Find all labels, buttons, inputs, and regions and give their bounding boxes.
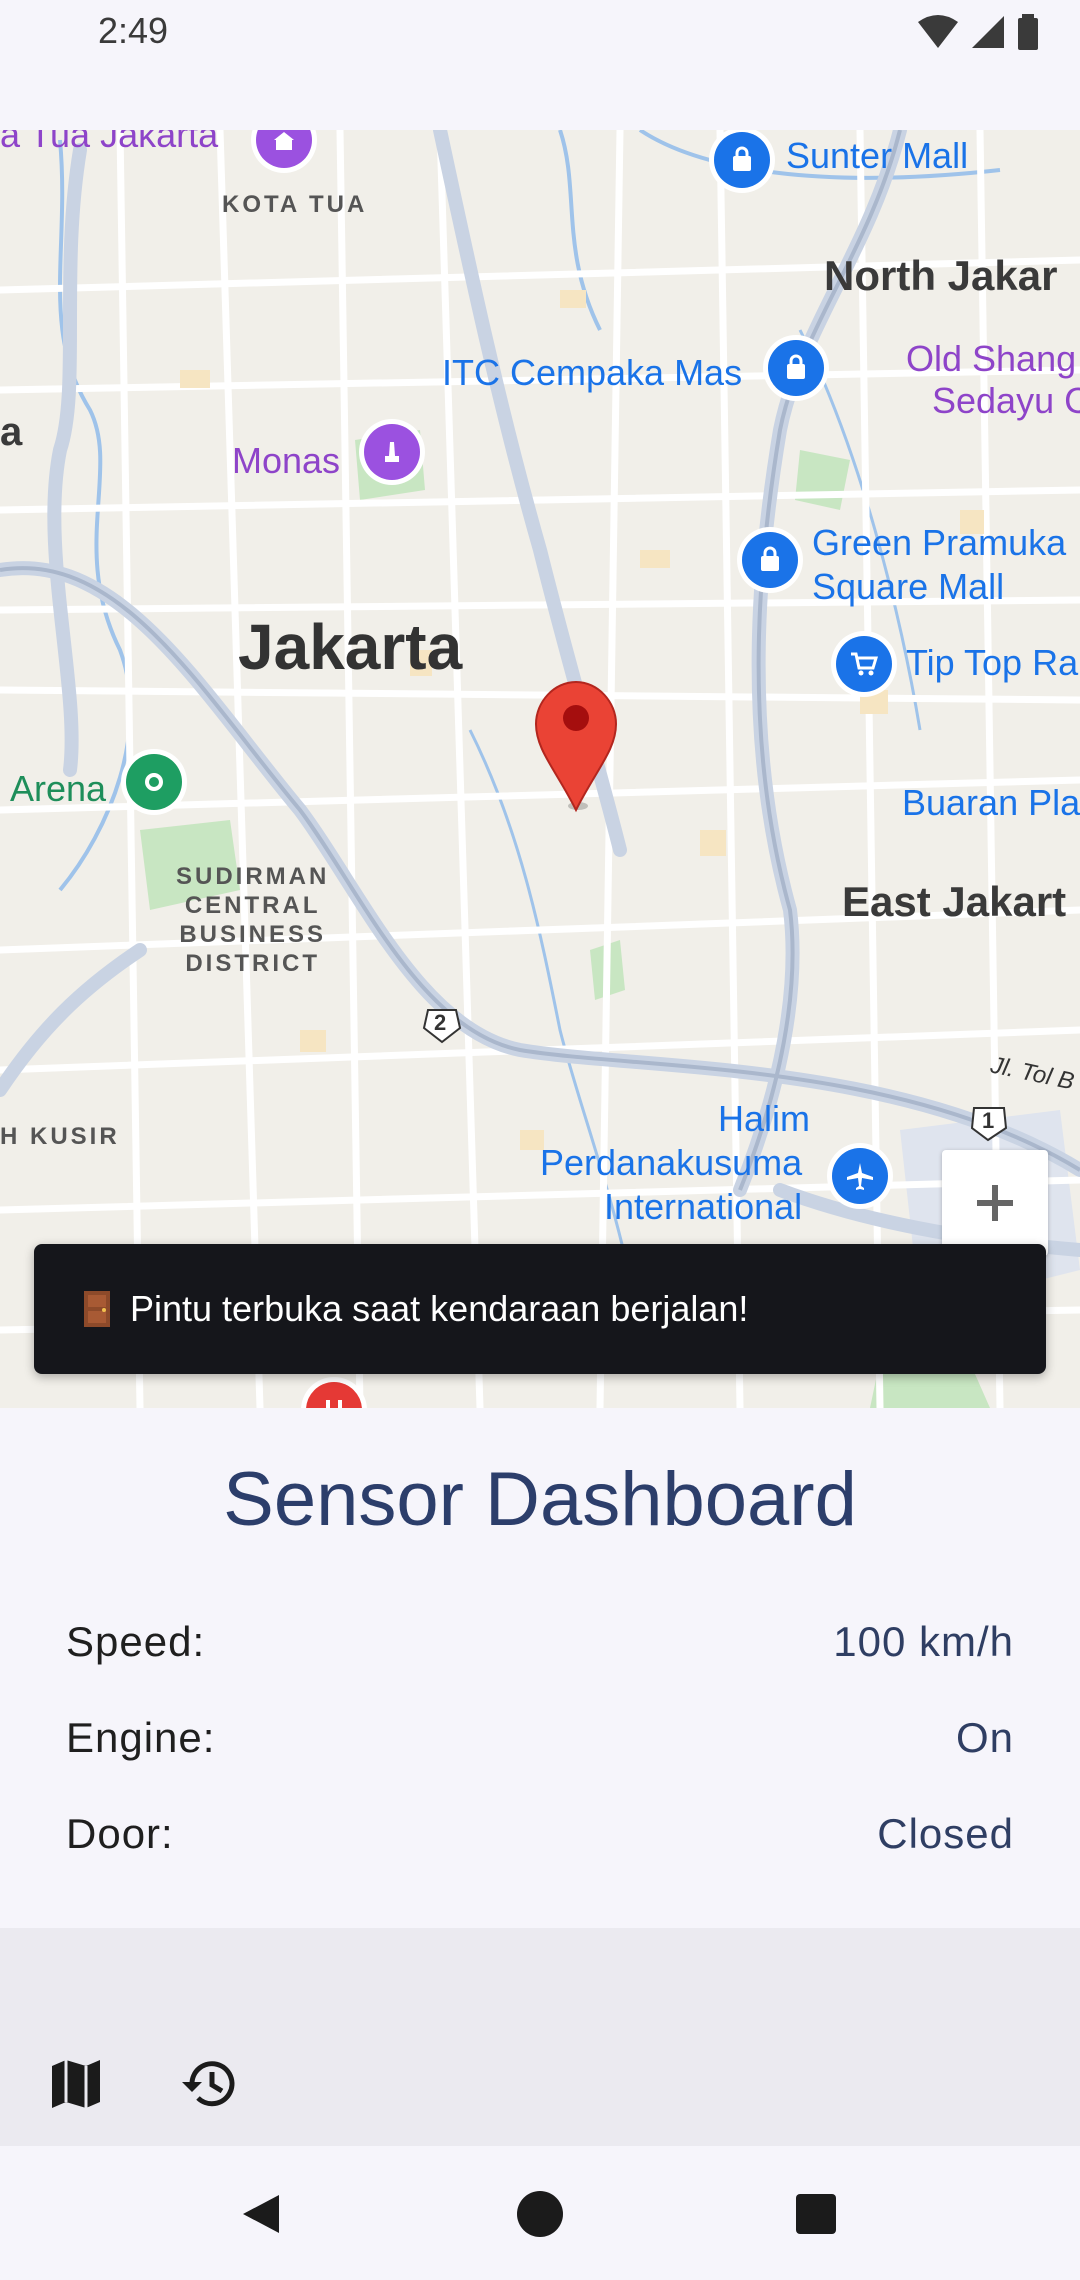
engine-row: Engine: On: [66, 1708, 1014, 1768]
shopping-bag-icon: [787, 354, 805, 379]
poi-pin-halim-airport[interactable]: [832, 1148, 888, 1204]
recents-button[interactable]: [792, 2190, 840, 2238]
shopping-bag-icon: [761, 546, 779, 571]
map-label-green-pramuka[interactable]: Green Pramuka: [812, 522, 1066, 564]
nav-map-button[interactable]: [36, 2044, 116, 2124]
wifi-icon: [918, 15, 958, 48]
door-value: Closed: [877, 1810, 1014, 1857]
nav-history-button[interactable]: [168, 2044, 248, 2124]
door-label: Door:: [66, 1810, 174, 1857]
map-label-tip-top[interactable]: Tip Top Ra: [906, 642, 1078, 684]
shopping-cart-icon: [851, 652, 879, 676]
map-label-itc-cempaka-mas[interactable]: ITC Cempaka Mas: [442, 352, 742, 394]
map-label-arena[interactable]: Arena: [10, 768, 106, 810]
signal-icon: [972, 16, 1004, 48]
sudirman-line-4: DISTRICT: [185, 950, 320, 977]
map-label-perdanakusuma[interactable]: Perdanakusuma: [540, 1142, 802, 1184]
map-label-sedayu[interactable]: Sedayu C: [932, 380, 1080, 422]
airplane-icon: [847, 1163, 873, 1190]
monument-icon: [385, 442, 399, 462]
door-icon: [84, 1291, 110, 1327]
back-button[interactable]: [236, 2188, 288, 2240]
map-label-old-shanghai[interactable]: Old Shang: [906, 338, 1076, 380]
place-icon: [145, 773, 163, 791]
plus-icon: [977, 1185, 1013, 1221]
snackbar-message: Pintu terbuka saat kendaraan berjalan!: [130, 1288, 749, 1329]
sudirman-line-3: BUSINESS: [179, 921, 327, 948]
sudirman-line-1: SUDIRMAN: [176, 863, 330, 890]
map-label-kota-tua: KOTA TUA: [222, 191, 368, 218]
speed-label: Speed:: [66, 1618, 206, 1665]
map-icon: [52, 2060, 100, 2108]
map-label-north-jakarta: North Jakar: [824, 252, 1058, 299]
status-icons: [916, 14, 1040, 50]
map-label-sudirman-cbd: SUDIRMAN CENTRAL BUSINESS DISTRICT: [176, 862, 329, 978]
recents-icon: [796, 2194, 836, 2234]
engine-value: On: [955, 1714, 1014, 1761]
map-label-international[interactable]: International: [604, 1186, 802, 1228]
map-label-kota-tua-jakarta: ta Tua Jakarta: [0, 130, 219, 155]
map-label-square-mall[interactable]: Square Mall: [812, 566, 1004, 608]
map-label-halim[interactable]: Halim: [718, 1098, 810, 1140]
speed-row: Speed: 100 km/h: [66, 1612, 1014, 1672]
status-bar: 2:49: [0, 0, 1080, 130]
poi-pin-green-pramuka[interactable]: [742, 532, 798, 588]
door-row: Door: Closed: [66, 1804, 1014, 1864]
route-shield-2: 2: [434, 1010, 447, 1035]
bottom-navigation: [0, 1928, 1080, 2146]
map-label-jakarta: Jakarta: [238, 611, 463, 683]
history-icon: [182, 2061, 235, 2107]
sudirman-line-2: CENTRAL: [184, 892, 321, 919]
poi-pin-tip-top[interactable]: [836, 636, 892, 692]
home-icon: [517, 2191, 563, 2237]
route-shield-1: 1: [982, 1108, 995, 1133]
map-label-buaran[interactable]: Buaran Pla: [902, 782, 1080, 824]
dashboard-title: Sensor Dashboard: [223, 1457, 857, 1542]
map-label-monas[interactable]: Monas: [232, 440, 340, 482]
map-view[interactable]: ta Tua Jakarta KOTA TUA Sunter Mall Nort…: [0, 130, 1080, 1408]
zoom-in-button[interactable]: [942, 1150, 1048, 1256]
map-label-sunter-mall[interactable]: Sunter Mall: [786, 135, 968, 177]
poi-pin-itc-cempaka[interactable]: [768, 340, 824, 396]
poi-pin-monas[interactable]: [364, 424, 420, 480]
hospital-icon: [326, 1400, 342, 1408]
speed-value: 100 km/h: [833, 1618, 1014, 1665]
engine-label: Engine:: [66, 1714, 216, 1761]
map-label-east-jakarta: East Jakart: [842, 878, 1067, 925]
back-icon: [243, 2195, 279, 2233]
poi-pin-sunter-mall[interactable]: [714, 132, 770, 188]
battery-icon: [1018, 14, 1038, 50]
system-navigation: [0, 2146, 1080, 2280]
poi-pin-arena[interactable]: [126, 754, 182, 810]
map-label-h-kusir: H KUSIR: [0, 1123, 120, 1150]
shopping-bag-icon: [733, 146, 751, 171]
home-button[interactable]: [514, 2188, 566, 2240]
map-label-left-a: a: [0, 410, 23, 454]
landmark-icon: [274, 132, 294, 150]
status-time: 2:49: [98, 10, 169, 51]
alert-snackbar: Pintu terbuka saat kendaraan berjalan!: [34, 1244, 1046, 1374]
